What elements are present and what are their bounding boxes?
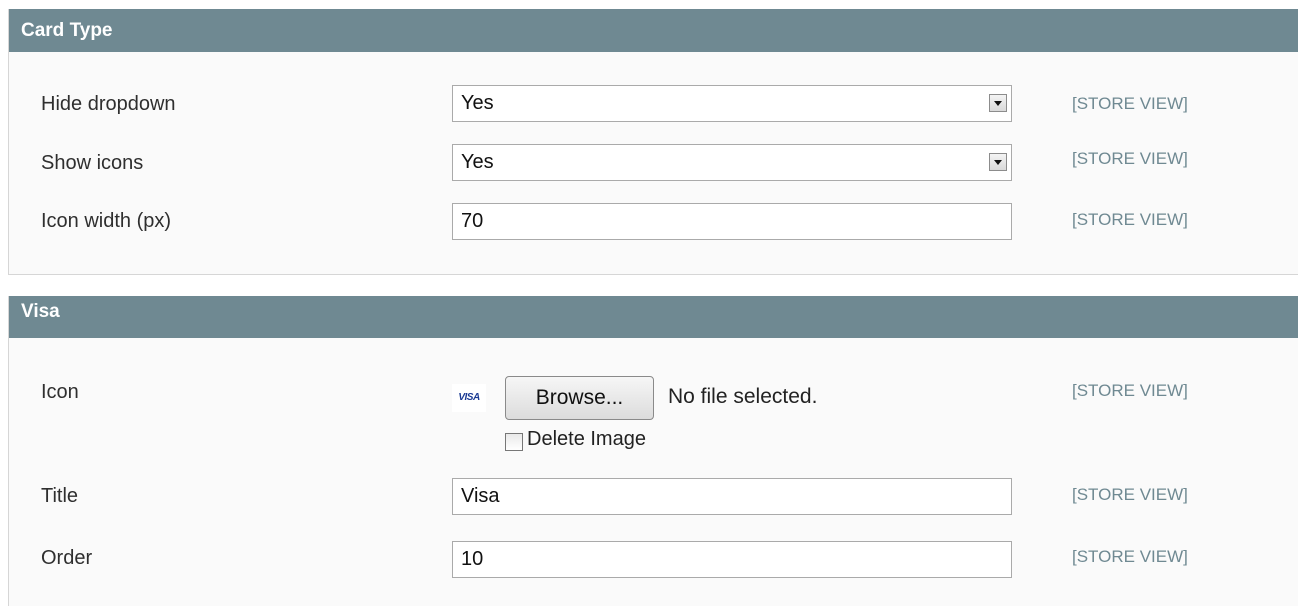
chevron-down-icon[interactable] [989,94,1007,112]
show-icons-value: Yes [461,151,494,173]
delete-image-checkbox[interactable] [505,433,523,451]
icon-width-input[interactable]: 70 [452,203,1012,240]
hide-dropdown-value: Yes [461,92,494,114]
show-icons-select[interactable]: Yes [452,144,1012,181]
file-status-text: No file selected. [668,385,818,408]
icon-width-scope: [STORE VIEW] [1072,210,1188,229]
visa-header[interactable]: Visa [9,296,1298,338]
hide-dropdown-select[interactable]: Yes [452,85,1012,122]
icon-scope: [STORE VIEW] [1072,381,1188,400]
icon-width-label: Icon width (px) [41,210,172,232]
browse-button[interactable]: Browse... [505,376,654,420]
title-label: Title [41,485,79,507]
order-label: Order [41,547,93,569]
icon-label: Icon [41,381,79,403]
visa-logo-icon: VISA [452,384,486,412]
card-type-header[interactable]: Card Type [9,9,1298,52]
hide-dropdown-scope: [STORE VIEW] [1072,94,1188,113]
order-scope: [STORE VIEW] [1072,547,1188,566]
order-input[interactable]: 10 [452,541,1012,578]
show-icons-label: Show icons [41,152,144,174]
show-icons-scope: [STORE VIEW] [1072,149,1188,168]
delete-image-label[interactable]: Delete Image [527,428,646,451]
chevron-down-icon[interactable] [989,153,1007,171]
title-scope: [STORE VIEW] [1072,485,1188,504]
title-input[interactable]: Visa [452,478,1012,515]
hide-dropdown-label: Hide dropdown [41,93,176,115]
